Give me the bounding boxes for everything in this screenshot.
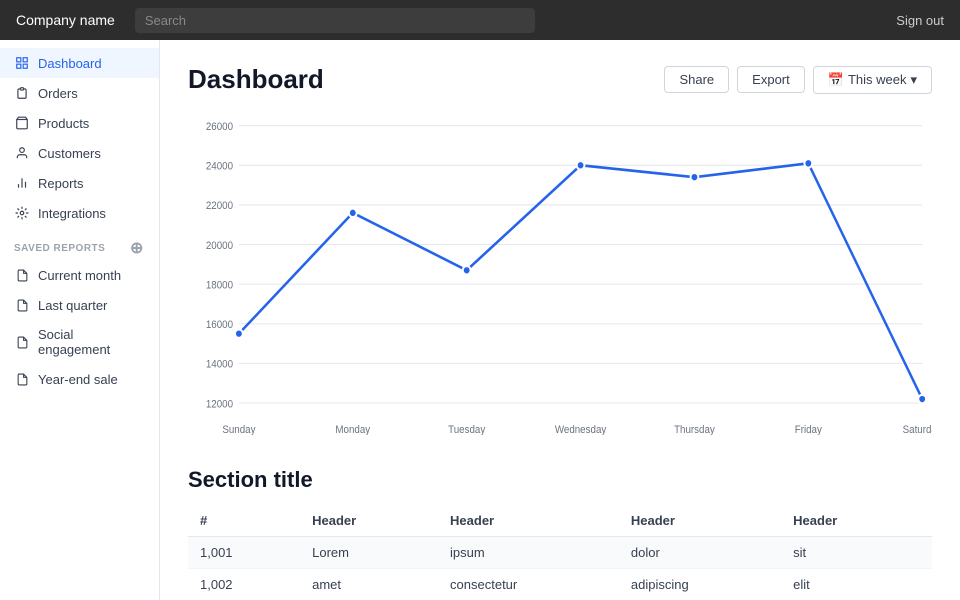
- saved-report-year-end-sale[interactable]: Year-end sale: [0, 364, 159, 394]
- add-saved-report-icon[interactable]: ⊕: [129, 240, 145, 256]
- svg-text:Friday: Friday: [795, 425, 823, 435]
- svg-text:14000: 14000: [206, 359, 233, 370]
- saved-reports-section: Saved Reports ⊕: [0, 228, 159, 260]
- header-actions: Share Export 📅 This week ▾: [664, 66, 932, 94]
- table-header: Header: [781, 505, 932, 537]
- sidebar-item-integrations[interactable]: Integrations: [0, 198, 159, 228]
- table-cell: 1,002: [188, 569, 300, 600]
- line-chart: 26000 24000 22000 20000 18000 16000 14000 12000…: [188, 115, 932, 435]
- saved-report-label: Social engagement: [38, 327, 145, 357]
- layout: Dashboard Orders Products Customers Reports I…: [0, 40, 960, 600]
- sidebar-item-products[interactable]: Products: [0, 108, 159, 138]
- brand-name: Company name: [16, 12, 115, 28]
- svg-text:Sunday: Sunday: [222, 425, 256, 435]
- section-title: Section title: [188, 467, 932, 493]
- table-header: Header: [619, 505, 781, 537]
- svg-text:Monday: Monday: [335, 425, 371, 435]
- sidebar-item-reports[interactable]: Reports: [0, 168, 159, 198]
- sidebar-item-dashboard[interactable]: Dashboard: [0, 48, 159, 78]
- saved-report-label: Year-end sale: [38, 372, 118, 387]
- table-cell: ipsum: [438, 537, 619, 569]
- sidebar-item-label: Integrations: [38, 206, 106, 221]
- svg-text:22000: 22000: [206, 201, 233, 212]
- products-icon: [14, 115, 30, 131]
- reports-icon: [14, 175, 30, 191]
- svg-text:Saturday: Saturday: [903, 425, 932, 435]
- saved-report-social-engagement[interactable]: Social engagement: [0, 320, 159, 364]
- this-week-button[interactable]: 📅 This week ▾: [813, 66, 932, 94]
- table-cell: elit: [781, 569, 932, 600]
- data-table: #HeaderHeaderHeaderHeader 1,001Loremipsu…: [188, 505, 932, 600]
- share-button[interactable]: Share: [664, 66, 729, 93]
- search-input[interactable]: [135, 8, 535, 33]
- export-button[interactable]: Export: [737, 66, 805, 93]
- sidebar-item-label: Orders: [38, 86, 78, 101]
- table-cell: 1,001: [188, 537, 300, 569]
- page-title: Dashboard: [188, 64, 324, 95]
- sidebar-item-label: Customers: [38, 146, 101, 161]
- sidebar-item-label: Dashboard: [38, 56, 102, 71]
- sidebar-item-label: Products: [38, 116, 89, 131]
- svg-text:Tuesday: Tuesday: [448, 425, 486, 435]
- saved-report-label: Current month: [38, 268, 121, 283]
- table-cell: sit: [781, 537, 932, 569]
- calendar-icon: 📅: [828, 72, 844, 88]
- dashboard-icon: [14, 55, 30, 71]
- table-cell: Lorem: [300, 537, 438, 569]
- document-icon: [14, 297, 30, 313]
- sidebar-item-customers[interactable]: Customers: [0, 138, 159, 168]
- main-content: Dashboard Share Export 📅 This week ▾ 260…: [160, 40, 960, 600]
- sidebar-item-orders[interactable]: Orders: [0, 78, 159, 108]
- svg-text:12000: 12000: [206, 399, 233, 410]
- table-cell: adipiscing: [619, 569, 781, 600]
- document-icon: [14, 334, 30, 350]
- svg-text:26000: 26000: [206, 122, 233, 133]
- table-cell: dolor: [619, 537, 781, 569]
- table-row: 1,001Loremipsumdolorsit: [188, 537, 932, 569]
- svg-text:24000: 24000: [206, 161, 233, 172]
- document-icon: [14, 371, 30, 387]
- saved-report-label: Last quarter: [38, 298, 107, 313]
- this-week-label: This week: [848, 72, 907, 87]
- sign-out-button[interactable]: Sign out: [896, 13, 944, 28]
- sidebar: Dashboard Orders Products Customers Reports I…: [0, 40, 160, 600]
- table-header: Header: [300, 505, 438, 537]
- topbar: Company name Sign out: [0, 0, 960, 40]
- customers-icon: [14, 145, 30, 161]
- orders-icon: [14, 85, 30, 101]
- svg-text:Wednesday: Wednesday: [555, 425, 607, 435]
- svg-text:18000: 18000: [206, 280, 233, 291]
- saved-reports-label: Saved Reports: [14, 243, 105, 254]
- table-header: Header: [438, 505, 619, 537]
- svg-text:Thursday: Thursday: [674, 425, 716, 435]
- svg-text:20000: 20000: [206, 240, 233, 251]
- table-row: 1,002ametconsecteturadipiscingelit: [188, 569, 932, 600]
- document-icon: [14, 267, 30, 283]
- svg-text:16000: 16000: [206, 320, 233, 331]
- sidebar-item-label: Reports: [38, 176, 84, 191]
- chevron-down-icon: ▾: [910, 72, 917, 88]
- table-cell: amet: [300, 569, 438, 600]
- table-header: #: [188, 505, 300, 537]
- saved-report-current-month[interactable]: Current month: [0, 260, 159, 290]
- search-container: [135, 8, 876, 33]
- page-header: Dashboard Share Export 📅 This week ▾: [188, 64, 932, 95]
- saved-report-last-quarter[interactable]: Last quarter: [0, 290, 159, 320]
- integrations-icon: [14, 205, 30, 221]
- table-cell: consectetur: [438, 569, 619, 600]
